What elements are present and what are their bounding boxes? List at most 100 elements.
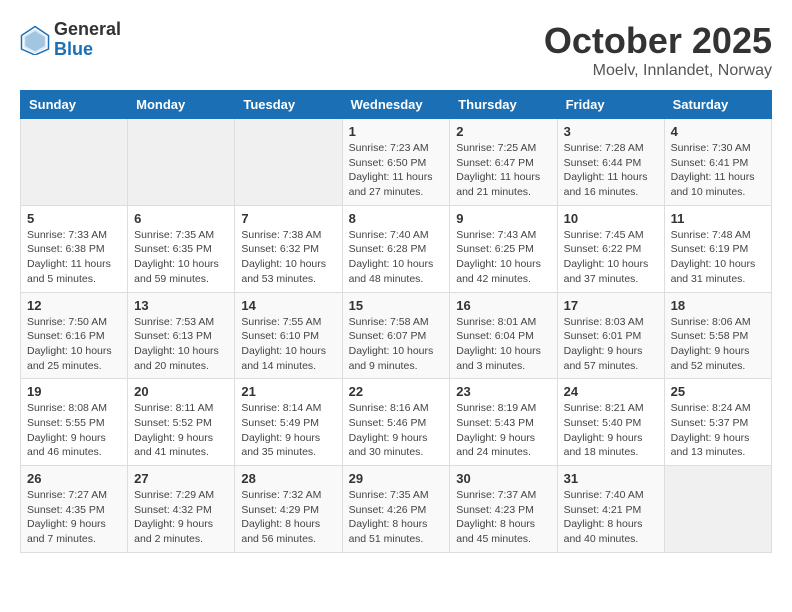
day-number: 29 [349,471,444,486]
calendar-cell: 12 Sunrise: 7:50 AM Sunset: 6:16 PM Dayli… [21,292,128,379]
day-info: Sunrise: 7:43 AM Sunset: 6:25 PM Dayligh… [456,228,550,287]
day-number: 24 [564,384,658,399]
page-header: General Blue October 2025 Moelv, Innland… [20,20,772,80]
day-number: 15 [349,298,444,313]
day-info: Sunrise: 7:32 AM Sunset: 4:29 PM Dayligh… [241,488,335,547]
calendar-cell [664,466,771,553]
calendar-cell: 29 Sunrise: 7:35 AM Sunset: 4:26 PM Dayli… [342,466,450,553]
day-number: 21 [241,384,335,399]
day-info: Sunrise: 7:50 AM Sunset: 6:16 PM Dayligh… [27,315,121,374]
weekday-header-tuesday: Tuesday [235,91,342,119]
calendar-cell: 1Sunrise: 7:23 AM Sunset: 6:50 PM Daylig… [342,119,450,206]
day-number: 6 [134,211,228,226]
calendar-cell: 30Sunrise: 7:37 AM Sunset: 4:23 PM Dayli… [450,466,557,553]
day-info: Sunrise: 7:27 AM Sunset: 4:35 PM Dayligh… [27,488,121,547]
calendar-cell: 25 Sunrise: 8:24 AM Sunset: 5:37 PM Dayli… [664,379,771,466]
day-info: Sunrise: 7:55 AM Sunset: 6:10 PM Dayligh… [241,315,335,374]
calendar-cell: 19Sunrise: 8:08 AM Sunset: 5:55 PM Dayli… [21,379,128,466]
day-info: Sunrise: 7:58 AM Sunset: 6:07 PM Dayligh… [349,315,444,374]
calendar-cell: 9 Sunrise: 7:43 AM Sunset: 6:25 PM Daylig… [450,205,557,292]
calendar-body: 1Sunrise: 7:23 AM Sunset: 6:50 PM Daylig… [21,119,772,553]
day-info: Sunrise: 8:03 AM Sunset: 6:01 PM Dayligh… [564,315,658,374]
day-info: Sunrise: 7:38 AM Sunset: 6:32 PM Dayligh… [241,228,335,287]
day-info: Sunrise: 7:35 AM Sunset: 4:26 PM Dayligh… [349,488,444,547]
day-number: 18 [671,298,765,313]
weekday-header-wednesday: Wednesday [342,91,450,119]
calendar-cell: 8Sunrise: 7:40 AM Sunset: 6:28 PM Daylig… [342,205,450,292]
day-info: Sunrise: 8:24 AM Sunset: 5:37 PM Dayligh… [671,401,765,460]
calendar-cell: 13 Sunrise: 7:53 AM Sunset: 6:13 PM Dayli… [128,292,235,379]
day-number: 7 [241,211,335,226]
logo-icon [20,25,50,55]
calendar-cell: 5 Sunrise: 7:33 AM Sunset: 6:38 PM Daylig… [21,205,128,292]
calendar-week-row: 1Sunrise: 7:23 AM Sunset: 6:50 PM Daylig… [21,119,772,206]
title-section: October 2025 Moelv, Innlandet, Norway [544,20,772,80]
day-info: Sunrise: 8:14 AM Sunset: 5:49 PM Dayligh… [241,401,335,460]
logo-general-text: General [54,20,121,40]
calendar-header: SundayMondayTuesdayWednesdayThursdayFrid… [21,91,772,119]
day-info: Sunrise: 7:45 AM Sunset: 6:22 PM Dayligh… [564,228,658,287]
day-number: 20 [134,384,228,399]
day-number: 4 [671,124,765,139]
day-info: Sunrise: 8:11 AM Sunset: 5:52 PM Dayligh… [134,401,228,460]
logo-text: General Blue [54,20,121,60]
day-info: Sunrise: 7:30 AM Sunset: 6:41 PM Dayligh… [671,141,765,200]
calendar-week-row: 12 Sunrise: 7:50 AM Sunset: 6:16 PM Dayli… [21,292,772,379]
month-title: October 2025 [544,20,772,62]
calendar-cell: 11 Sunrise: 7:48 AM Sunset: 6:19 PM Dayli… [664,205,771,292]
day-info: Sunrise: 8:01 AM Sunset: 6:04 PM Dayligh… [456,315,550,374]
day-number: 12 [27,298,121,313]
weekday-header-monday: Monday [128,91,235,119]
calendar-cell: 22 Sunrise: 8:16 AM Sunset: 5:46 PM Dayli… [342,379,450,466]
day-number: 1 [349,124,444,139]
calendar-cell: 24 Sunrise: 8:21 AM Sunset: 5:40 PM Dayli… [557,379,664,466]
day-info: Sunrise: 8:19 AM Sunset: 5:43 PM Dayligh… [456,401,550,460]
calendar-cell: 10 Sunrise: 7:45 AM Sunset: 6:22 PM Dayli… [557,205,664,292]
calendar-cell: 7 Sunrise: 7:38 AM Sunset: 6:32 PM Daylig… [235,205,342,292]
calendar-cell: 17Sunrise: 8:03 AM Sunset: 6:01 PM Dayli… [557,292,664,379]
day-info: Sunrise: 8:21 AM Sunset: 5:40 PM Dayligh… [564,401,658,460]
day-number: 28 [241,471,335,486]
day-number: 22 [349,384,444,399]
day-number: 23 [456,384,550,399]
day-number: 8 [349,211,444,226]
day-number: 13 [134,298,228,313]
calendar-cell: 21 Sunrise: 8:14 AM Sunset: 5:49 PM Dayli… [235,379,342,466]
calendar-cell [128,119,235,206]
day-info: Sunrise: 7:53 AM Sunset: 6:13 PM Dayligh… [134,315,228,374]
logo: General Blue [20,20,121,60]
calendar-cell: 2Sunrise: 7:25 AM Sunset: 6:47 PM Daylig… [450,119,557,206]
day-info: Sunrise: 7:28 AM Sunset: 6:44 PM Dayligh… [564,141,658,200]
calendar-cell: 16 Sunrise: 8:01 AM Sunset: 6:04 PM Dayli… [450,292,557,379]
calendar-cell: 6 Sunrise: 7:35 AM Sunset: 6:35 PM Daylig… [128,205,235,292]
day-info: Sunrise: 8:16 AM Sunset: 5:46 PM Dayligh… [349,401,444,460]
calendar-cell [235,119,342,206]
day-info: Sunrise: 7:35 AM Sunset: 6:35 PM Dayligh… [134,228,228,287]
day-number: 16 [456,298,550,313]
logo-blue-text: Blue [54,40,121,60]
weekday-header-friday: Friday [557,91,664,119]
calendar-cell: 3Sunrise: 7:28 AM Sunset: 6:44 PM Daylig… [557,119,664,206]
day-number: 11 [671,211,765,226]
day-number: 9 [456,211,550,226]
day-number: 2 [456,124,550,139]
day-info: Sunrise: 7:40 AM Sunset: 4:21 PM Dayligh… [564,488,658,547]
calendar-week-row: 5 Sunrise: 7:33 AM Sunset: 6:38 PM Daylig… [21,205,772,292]
day-number: 25 [671,384,765,399]
calendar-cell: 23 Sunrise: 8:19 AM Sunset: 5:43 PM Dayli… [450,379,557,466]
day-number: 5 [27,211,121,226]
calendar-cell: 20 Sunrise: 8:11 AM Sunset: 5:52 PM Dayli… [128,379,235,466]
calendar-cell: 27 Sunrise: 7:29 AM Sunset: 4:32 PM Dayli… [128,466,235,553]
day-info: Sunrise: 7:33 AM Sunset: 6:38 PM Dayligh… [27,228,121,287]
day-info: Sunrise: 7:48 AM Sunset: 6:19 PM Dayligh… [671,228,765,287]
calendar-cell: 31Sunrise: 7:40 AM Sunset: 4:21 PM Dayli… [557,466,664,553]
day-number: 27 [134,471,228,486]
day-info: Sunrise: 7:29 AM Sunset: 4:32 PM Dayligh… [134,488,228,547]
calendar-cell: 4 Sunrise: 7:30 AM Sunset: 6:41 PM Daylig… [664,119,771,206]
calendar-week-row: 19Sunrise: 8:08 AM Sunset: 5:55 PM Dayli… [21,379,772,466]
calendar-cell: 28 Sunrise: 7:32 AM Sunset: 4:29 PM Dayli… [235,466,342,553]
day-number: 10 [564,211,658,226]
day-info: Sunrise: 8:06 AM Sunset: 5:58 PM Dayligh… [671,315,765,374]
calendar-cell: 14Sunrise: 7:55 AM Sunset: 6:10 PM Dayli… [235,292,342,379]
weekday-header-row: SundayMondayTuesdayWednesdayThursdayFrid… [21,91,772,119]
